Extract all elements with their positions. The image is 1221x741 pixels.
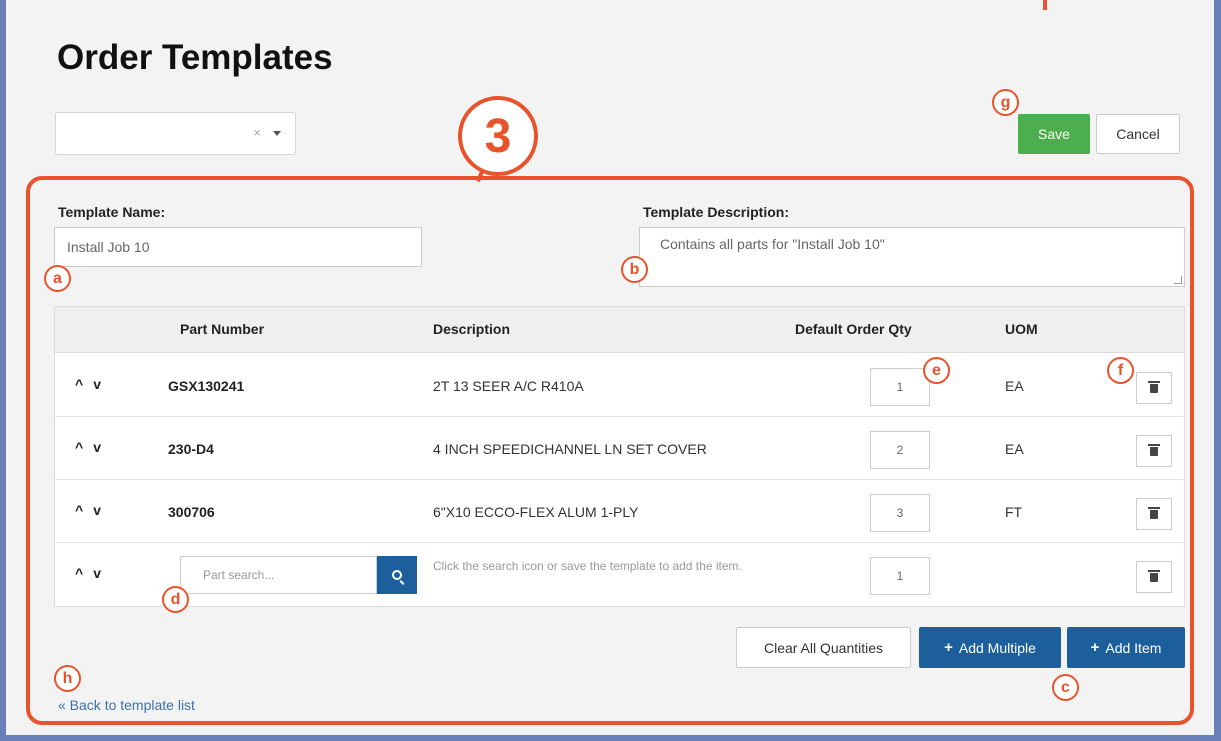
part-description: 4 INCH SPEEDICHANNEL LN SET COVER [433, 441, 707, 457]
add-multiple-button[interactable]: + Add Multiple [919, 627, 1061, 668]
trash-icon [1148, 569, 1160, 582]
add-item-label: Add Item [1105, 639, 1162, 656]
part-number: 230-D4 [168, 441, 214, 457]
template-name-input[interactable]: Install Job 10 [54, 227, 422, 267]
delete-row-button[interactable] [1136, 561, 1172, 593]
clear-icon[interactable]: × [253, 125, 261, 140]
callout-f: f [1107, 357, 1134, 384]
callout-3: 3 [458, 96, 538, 176]
callout-pointer [1043, 0, 1047, 10]
trash-icon [1148, 380, 1160, 393]
reorder-arrows: ^ v [75, 565, 101, 581]
part-number: GSX130241 [168, 378, 245, 394]
table-row: ^ v GSX130241 2T 13 SEER A/C R410A 1 EA [55, 354, 1184, 417]
part-number: 300706 [168, 504, 215, 520]
part-search-input[interactable]: Part search... [180, 556, 377, 594]
parts-table: Part Number Description Default Order Qt… [54, 306, 1185, 607]
search-icon [392, 570, 402, 580]
plus-icon: + [944, 639, 953, 656]
callout-b: b [621, 256, 648, 283]
template-name-label: Template Name: [58, 204, 166, 220]
trash-icon [1148, 506, 1160, 519]
chevron-down-icon[interactable]: v [93, 502, 101, 518]
chevron-up-icon[interactable]: ^ [75, 439, 83, 455]
header-description: Description [433, 321, 511, 337]
chevron-up-icon[interactable]: ^ [75, 376, 83, 392]
qty-input[interactable]: 1 [870, 557, 930, 595]
chevron-down-icon[interactable]: v [93, 376, 101, 392]
template-desc-label: Template Description: [643, 204, 789, 220]
resize-grip-icon[interactable] [1174, 276, 1182, 284]
template-desc-text: Contains all parts for "Install Job 10" [660, 236, 885, 252]
qty-input[interactable]: 1 [870, 368, 930, 406]
part-description: 2T 13 SEER A/C R410A [433, 378, 584, 394]
header-part-number: Part Number [180, 321, 265, 337]
callout-d: d [162, 586, 189, 613]
uom-value: EA [1005, 378, 1024, 394]
plus-icon: + [1090, 639, 1100, 656]
chevron-up-icon[interactable]: ^ [75, 502, 83, 518]
add-item-hint: Click the search icon or save the templa… [433, 559, 742, 573]
cancel-button[interactable]: Cancel [1096, 114, 1180, 154]
delete-row-button[interactable] [1136, 498, 1172, 530]
delete-row-button[interactable] [1136, 372, 1172, 404]
reorder-arrows: ^ v [75, 502, 101, 518]
chevron-down-icon[interactable]: v [93, 439, 101, 455]
reorder-arrows: ^ v [75, 376, 101, 392]
back-to-template-list-link[interactable]: « Back to template list [58, 697, 195, 713]
trash-icon [1148, 443, 1160, 456]
page-title: Order Templates [57, 38, 333, 77]
reorder-arrows: ^ v [75, 439, 101, 455]
table-header: Part Number Description Default Order Qt… [55, 307, 1184, 353]
add-multiple-label: Add Multiple [958, 639, 1036, 656]
clear-all-quantities-button[interactable]: Clear All Quantities [736, 627, 911, 668]
add-item-button[interactable]: + Add Item [1067, 627, 1185, 668]
uom-value: FT [1005, 504, 1023, 520]
save-button[interactable]: Save [1018, 114, 1090, 154]
chevron-down-icon[interactable]: v [93, 565, 101, 581]
qty-input[interactable]: 3 [870, 494, 930, 532]
caret-down-icon[interactable] [273, 131, 281, 136]
delete-row-button[interactable] [1136, 435, 1172, 467]
table-row: ^ v 300706 6"X10 ECCO-FLEX ALUM 1-PLY 3 … [55, 480, 1184, 543]
callout-a: a [44, 265, 71, 292]
template-desc-input[interactable]: Contains all parts for "Install Job 10" [639, 227, 1185, 287]
qty-input[interactable]: 2 [870, 431, 930, 469]
header-default-qty: Default Order Qty [795, 321, 912, 337]
chevron-up-icon[interactable]: ^ [75, 565, 83, 581]
table-row-new: ^ v Part search... Click the search icon… [55, 543, 1184, 606]
callout-c: c [1052, 674, 1079, 701]
template-select[interactable]: × [55, 112, 296, 155]
callout-g: g [992, 89, 1019, 116]
uom-value: EA [1005, 441, 1024, 457]
header-uom: UOM [1005, 321, 1038, 337]
part-search: Part search... [180, 556, 417, 594]
part-description: 6"X10 ECCO-FLEX ALUM 1-PLY [433, 504, 639, 520]
callout-h: h [54, 665, 81, 692]
part-search-button[interactable] [377, 556, 417, 594]
callout-e: e [923, 357, 950, 384]
table-row: ^ v 230-D4 4 INCH SPEEDICHANNEL LN SET C… [55, 417, 1184, 480]
